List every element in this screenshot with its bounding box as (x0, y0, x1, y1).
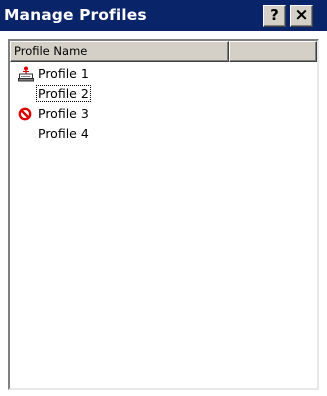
active-profile-icon (18, 66, 34, 82)
list-header: Profile Name (10, 41, 317, 62)
profile-rows: Profile 1 Profile 2 Profile 3 Profile 4 (10, 64, 317, 144)
profile-name: Profile 1 (38, 66, 89, 81)
profile-row-1[interactable]: Profile 1 (10, 64, 317, 84)
disabled-icon (18, 106, 34, 122)
profile-name: Profile 2 (36, 85, 91, 102)
profile-list[interactable]: Profile Name Profile 1 Profile 2 Profile… (8, 39, 319, 390)
profile-row-2[interactable]: Profile 2 (10, 84, 317, 104)
close-button[interactable]: × (290, 5, 313, 27)
column-header-blank[interactable] (229, 41, 317, 62)
title-bar: Manage Profiles ? × (0, 0, 327, 31)
column-header-profile-name[interactable]: Profile Name (10, 41, 229, 62)
profile-name: Profile 3 (38, 106, 89, 121)
dialog-content: Profile Name Profile 1 Profile 2 Profile… (0, 31, 327, 396)
profile-name: Profile 4 (38, 126, 89, 141)
profile-row-4[interactable]: Profile 4 (10, 124, 317, 144)
help-button[interactable]: ? (263, 5, 286, 27)
window-title: Manage Profiles (4, 6, 147, 24)
profile-row-3[interactable]: Profile 3 (10, 104, 317, 124)
